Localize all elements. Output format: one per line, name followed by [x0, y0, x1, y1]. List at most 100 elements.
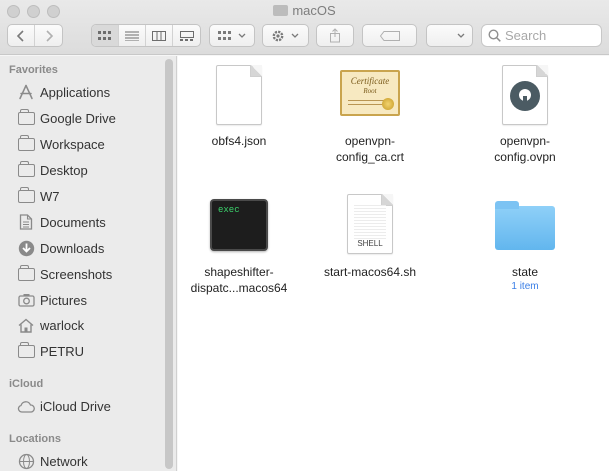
- sidebar-scrollbar[interactable]: [165, 59, 173, 469]
- certificate-subtitle: Root: [363, 87, 377, 95]
- sidebar-item-label: Network: [40, 453, 88, 469]
- search-icon: [488, 29, 501, 42]
- group-by-button[interactable]: [209, 24, 255, 47]
- chevron-down-icon: [291, 33, 299, 38]
- chevron-left-icon: [16, 29, 24, 42]
- share-icon: [330, 28, 340, 43]
- folder-icon: [17, 134, 35, 152]
- action-button[interactable]: [262, 24, 309, 47]
- exec-badge: exec: [218, 205, 240, 215]
- file-item[interactable]: exec shapeshifter- dispatc...macos64: [174, 194, 304, 296]
- item-count: 1 item: [511, 281, 539, 292]
- sidebar-item-label: Google Drive: [40, 110, 116, 126]
- file-name: openvpn- config_ca.crt: [335, 134, 405, 164]
- sidebar-item-label: Screenshots: [40, 266, 113, 282]
- folder-icon: [17, 264, 35, 282]
- folder-icon: [17, 186, 35, 204]
- sidebar-item-label: Desktop: [40, 162, 88, 178]
- certificate-file-icon: Certificate Root: [338, 63, 402, 127]
- list-icon: [125, 31, 139, 41]
- sidebar-item-google-drive[interactable]: Google Drive: [17, 107, 116, 129]
- back-button[interactable]: [8, 25, 35, 46]
- sidebar-item-icloud-drive[interactable]: iCloud Drive: [17, 395, 111, 417]
- sidebar-item-screenshots[interactable]: Screenshots: [17, 263, 112, 285]
- globe-icon: [17, 453, 35, 469]
- file-name: obfs4.json: [211, 134, 267, 148]
- sidebar-item-label: Applications: [40, 84, 111, 100]
- sidebar-item-label: Pictures: [40, 292, 87, 308]
- sidebar-item-network[interactable]: Network: [17, 450, 88, 471]
- list-view-button[interactable]: [119, 25, 146, 46]
- section-title-icloud: iCloud: [9, 378, 44, 390]
- toolbar: macOS: [0, 0, 609, 55]
- sidebar-item-petru[interactable]: PETRU: [17, 340, 84, 362]
- certificate-title: Certificate: [350, 76, 390, 86]
- document-icon: [17, 214, 35, 230]
- gear-icon: [272, 30, 284, 41]
- file-item[interactable]: obfs4.json: [174, 63, 304, 149]
- chevron-right-icon: [45, 29, 53, 42]
- search-input[interactable]: [505, 28, 595, 43]
- ovpn-file-icon: [493, 63, 557, 127]
- sidebar-item-w7[interactable]: W7: [17, 185, 60, 207]
- sidebar-item-desktop[interactable]: Desktop: [17, 159, 88, 181]
- file-item[interactable]: Certificate Root openvpn- config_ca.crt: [305, 63, 435, 165]
- sidebar-item-workspace[interactable]: Workspace: [17, 133, 105, 155]
- sidebar-item-label: Workspace: [40, 136, 105, 152]
- tags-button[interactable]: [362, 24, 417, 47]
- grid-icon: [217, 30, 231, 40]
- camera-icon: [17, 292, 35, 308]
- folder-icon: [273, 5, 289, 16]
- sidebar-item-label: warlock: [40, 317, 85, 333]
- sidebar-item-label: iCloud Drive: [40, 398, 111, 414]
- chevron-down-icon: [457, 33, 465, 38]
- sidebar-item-downloads[interactable]: Downloads: [17, 237, 104, 259]
- section-title-favorites: Favorites: [9, 64, 58, 76]
- chevron-down-icon: [238, 33, 245, 38]
- tag-icon: [379, 30, 400, 41]
- file-name: start-macos64.sh: [323, 265, 417, 279]
- file-item[interactable]: SHELL start-macos64.sh: [305, 194, 435, 280]
- sidebar-item-pictures[interactable]: Pictures: [17, 289, 87, 311]
- path-dropdown[interactable]: [426, 24, 473, 47]
- share-button[interactable]: [316, 24, 354, 47]
- file-name: shapeshifter- dispatc...macos64: [190, 265, 288, 295]
- grid-icon: [98, 30, 111, 40]
- gallery-icon: [179, 30, 194, 41]
- search-field[interactable]: [481, 24, 602, 47]
- window-title: macOS: [0, 3, 609, 18]
- home-icon: [17, 317, 35, 333]
- forward-button[interactable]: [35, 25, 62, 46]
- folder-item[interactable]: state 1 item: [460, 194, 590, 293]
- download-icon: [17, 240, 35, 256]
- sidebar-item-applications[interactable]: Applications: [17, 81, 110, 103]
- sidebar-item-label: PETRU: [40, 343, 85, 359]
- sidebar-item-label: Documents: [40, 214, 106, 230]
- columns-icon: [152, 30, 166, 41]
- icon-view-button[interactable]: [92, 25, 119, 46]
- folder-icon: [493, 194, 557, 258]
- finder-window: macOS Search Favorites Applications Goog…: [0, 0, 609, 471]
- sidebar-item-label: W7: [40, 188, 60, 204]
- view-mode-control: [91, 24, 201, 47]
- shell-badge: SHELL: [357, 239, 383, 248]
- sidebar-item-label: Downloads: [40, 240, 105, 256]
- column-view-button[interactable]: [146, 25, 173, 46]
- file-icon-view: obfs4.json Certificate Root openvpn- con…: [178, 56, 609, 471]
- shell-script-icon: SHELL: [338, 194, 402, 258]
- sidebar-item-documents[interactable]: Documents: [17, 211, 106, 233]
- folder-icon: [17, 108, 35, 126]
- navigation-buttons: [7, 24, 63, 47]
- section-title-locations: Locations: [9, 433, 61, 445]
- file-name: openvpn- config.ovpn: [494, 134, 556, 164]
- cloud-icon: [17, 398, 35, 414]
- file-item[interactable]: openvpn- config.ovpn: [460, 63, 590, 165]
- folder-icon: [17, 160, 35, 178]
- applications-icon: [17, 84, 35, 100]
- sidebar: Favorites Applications Google Drive Work…: [0, 56, 177, 471]
- sidebar-item-warlock[interactable]: warlock: [17, 314, 84, 336]
- terminal-exec-icon: exec: [207, 194, 271, 258]
- gallery-view-button[interactable]: [173, 25, 200, 46]
- file-name: state: [511, 265, 538, 279]
- folder-icon: [17, 341, 35, 359]
